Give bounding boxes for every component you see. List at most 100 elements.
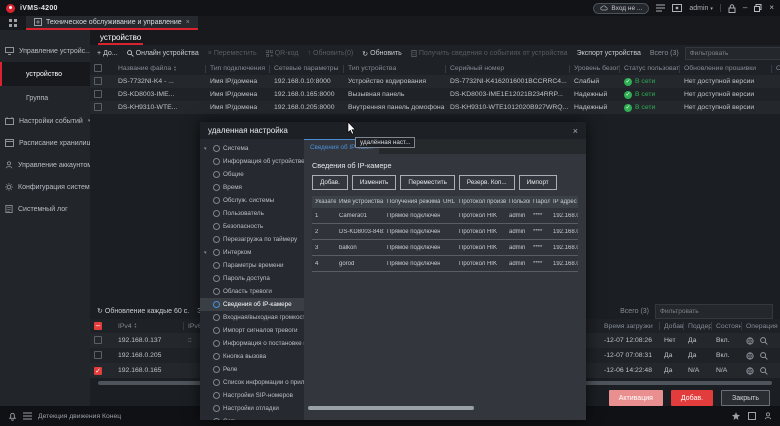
window-icon[interactable] — [748, 412, 756, 420]
tree-item[interactable]: Общие — [200, 168, 304, 181]
tree-item[interactable]: Импорт сигналов тревоги — [200, 324, 304, 337]
tree-item[interactable]: Безопасность — [200, 220, 304, 233]
sidebar-item-device-management[interactable]: Управление устройс... ▴ — [0, 40, 90, 62]
tree-item[interactable]: Время — [200, 181, 304, 194]
device-row[interactable]: DS-7732NI-K4 - ... Имя IP/домена 192.168… — [90, 75, 780, 88]
tree-item[interactable]: Кнопка вызова — [200, 350, 304, 363]
close-button[interactable]: × — [769, 4, 774, 12]
tree-item[interactable]: Входная/выходная громкость — [200, 311, 304, 324]
camera-row[interactable]: 2 DS-KD8003-8481 Прямое подключение Прот… — [312, 224, 578, 240]
export-device-button[interactable]: Экспорт устройства — [577, 50, 641, 57]
tab-device[interactable]: устройство — [98, 32, 143, 45]
magnifier-icon[interactable] — [760, 367, 768, 375]
event-list-icon[interactable] — [23, 412, 32, 420]
tree-item-system[interactable]: ▾Система — [200, 142, 304, 155]
row-checkbox[interactable] — [94, 77, 102, 85]
move-button[interactable]: ×Переместить — [208, 50, 257, 57]
device-row[interactable]: DS-KH9310-WTE... Имя IP/домена 192.168.0… — [90, 101, 780, 114]
close-panel-button[interactable]: Закрыть — [721, 390, 770, 406]
gear-icon — [213, 301, 220, 308]
camera-move-button[interactable]: Переместить — [400, 175, 455, 190]
device-row[interactable]: DS-KD8003-IME... Имя IP/домена 192.168.0… — [90, 88, 780, 101]
row-checkbox[interactable] — [94, 90, 102, 98]
minimize-button[interactable]: – — [743, 4, 747, 12]
tree-item[interactable]: Настройки SIP-номеров — [200, 389, 304, 402]
camera-row[interactable]: 1 Camera01 Прямое подключение Протокол H… — [312, 208, 578, 224]
sidebar-item-event-settings[interactable]: Настройки событий ▾ — [0, 110, 90, 132]
tree-item-intercom[interactable]: ▾Интерком — [200, 246, 304, 259]
get-events-button[interactable]: Получить сведения о событиях от устройст… — [411, 50, 568, 57]
lock-icon[interactable] — [728, 4, 736, 13]
modal-horizontal-scrollbar[interactable] — [308, 406, 474, 410]
filter-input[interactable] — [685, 47, 780, 60]
tree-item[interactable]: Информация об устройстве — [200, 155, 304, 168]
tree-item[interactable]: Информация о постановке на сервер — [200, 337, 304, 350]
add-device-button[interactable]: +До... — [97, 50, 118, 57]
tree-item-network[interactable]: ▸Сеть — [200, 415, 304, 420]
sidebar-item-device[interactable]: устройство — [0, 62, 90, 86]
modal-close-icon[interactable]: × — [573, 126, 578, 136]
cloud-icon — [600, 5, 608, 11]
tree-item[interactable]: Обслуж. системы — [200, 194, 304, 207]
activate-button[interactable]: Активация — [609, 390, 663, 406]
tree-item[interactable]: Пароль доступа — [200, 272, 304, 285]
camera-edit-button[interactable]: Изменить — [352, 175, 396, 190]
screen-icon[interactable] — [672, 4, 682, 12]
user-menu[interactable]: admin ▾ — [689, 5, 713, 12]
modules-grid-icon[interactable] — [0, 16, 26, 30]
col-connection: Тип подключения — [206, 65, 270, 73]
gear-icon — [213, 366, 220, 373]
cloud-login-button[interactable]: Вход не ... — [593, 3, 649, 14]
tree-item[interactable]: Параметры времени — [200, 259, 304, 272]
online-filter-input[interactable] — [655, 304, 773, 319]
row-checkbox[interactable] — [94, 336, 102, 344]
user-icon[interactable] — [764, 412, 772, 420]
tree-item[interactable]: Пользователь — [200, 207, 304, 220]
alarm-icon[interactable] — [8, 412, 17, 421]
sidebar-item-group[interactable]: Группа — [0, 86, 90, 110]
magnifier-icon[interactable] — [760, 352, 768, 360]
tab-close-icon[interactable]: × — [186, 19, 190, 26]
refresh-button[interactable]: ↻Обновить — [362, 50, 402, 58]
tree-item[interactable]: Список информации о приложении — [200, 376, 304, 389]
mouse-cursor — [347, 122, 356, 135]
magnifier-icon[interactable] — [760, 337, 768, 345]
col-ipv4[interactable]: IPv4▲▼ — [114, 322, 184, 330]
camera-row[interactable]: 4 gorod Прямое подключение Протокол HIK … — [312, 256, 578, 272]
sidebar-item-system-configuration[interactable]: Конфигурация системы — [0, 176, 90, 198]
col-name[interactable]: Название файла▲▼ — [114, 65, 206, 73]
tab-maintenance-management[interactable]: Техническое обслуживание и управление × — [26, 16, 198, 30]
camera-add-button[interactable]: Добав. — [312, 175, 348, 190]
upgrade-button[interactable]: ↑Обновить(0) — [308, 50, 354, 57]
tree-item-ip-camera-info[interactable]: Сведения об IP-камере — [200, 298, 304, 311]
sidebar-item-account-management[interactable]: Управление аккаунтом — [0, 154, 90, 176]
row-checkbox[interactable] — [94, 103, 102, 111]
tree-item[interactable]: Реле — [200, 363, 304, 376]
qr-code-button[interactable]: QR-код — [266, 50, 299, 57]
col-security: Уровень безопас... — [570, 65, 620, 73]
online-select-all-checkbox[interactable]: – — [94, 322, 102, 330]
row-checkbox[interactable] — [94, 351, 102, 359]
add-button[interactable]: Добав. — [671, 390, 713, 406]
sidebar-item-storage-schedule[interactable]: Расписание хранилища — [0, 132, 90, 154]
gear-icon — [5, 183, 13, 191]
restore-button[interactable] — [754, 4, 762, 12]
online-devices-button[interactable]: Онлайн устройства — [127, 50, 199, 57]
row-checkbox[interactable]: ✓ — [94, 367, 102, 375]
globe-icon[interactable] — [746, 352, 754, 360]
select-all-checkbox[interactable] — [94, 64, 102, 72]
pin-icon[interactable] — [732, 412, 740, 420]
tree-item[interactable]: Перезагрузка по таймеру — [200, 233, 304, 246]
total-count: Всего (3) — [650, 50, 679, 57]
globe-icon[interactable] — [746, 337, 754, 345]
sidebar-item-system-log[interactable]: Системный лог — [0, 198, 90, 220]
refresh-icon: ↻ — [97, 307, 103, 315]
list-icon[interactable] — [656, 4, 665, 12]
tree-item[interactable]: Настройки отладки — [200, 402, 304, 415]
camera-row[interactable]: 3 balkon Прямое подключение Протокол HIK… — [312, 240, 578, 256]
camera-backup-button[interactable]: Резерв. Коп... — [459, 175, 515, 190]
globe-icon[interactable] — [746, 367, 754, 375]
tree-item[interactable]: Область тревоги — [200, 285, 304, 298]
camera-import-button[interactable]: Импорт — [519, 175, 557, 190]
col-firmware: Обновление прошивки — [680, 65, 772, 73]
